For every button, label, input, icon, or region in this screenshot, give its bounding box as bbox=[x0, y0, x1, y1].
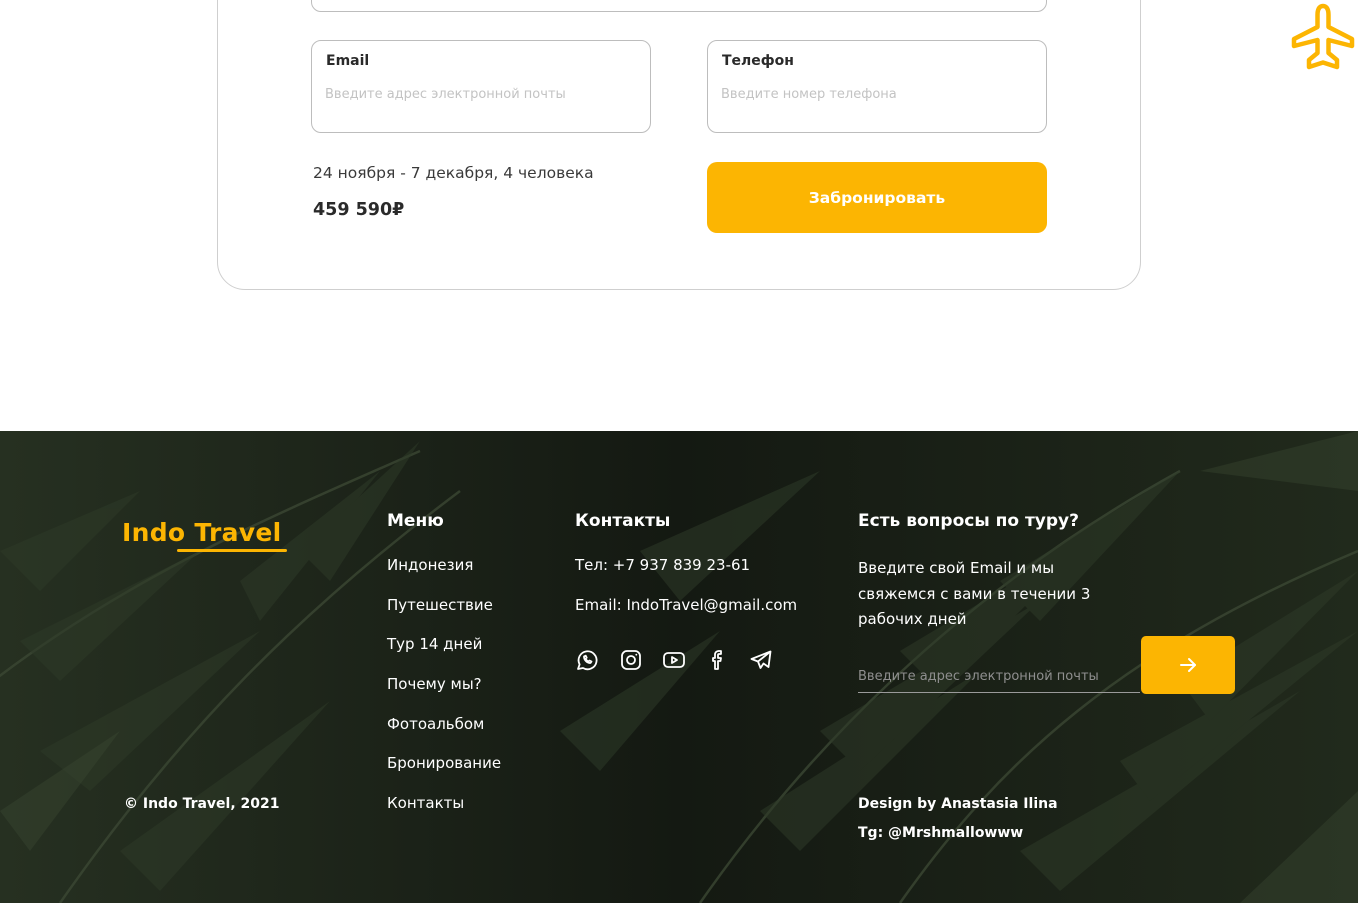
questions-text: Введите свой Email и мы свяжемся с вами … bbox=[858, 559, 1091, 628]
tour-price: 459 590₽ bbox=[313, 200, 405, 220]
contacts-title: Контакты bbox=[575, 511, 671, 531]
previous-form-field[interactable] bbox=[311, 0, 1047, 12]
youtube-icon[interactable] bbox=[662, 648, 686, 672]
airplane-icon[interactable] bbox=[1288, 2, 1358, 70]
logo-text: Indo Travel bbox=[122, 518, 282, 547]
subscribe-button[interactable] bbox=[1141, 636, 1235, 694]
instagram-icon[interactable] bbox=[619, 648, 643, 672]
telegram-icon[interactable] bbox=[749, 648, 773, 672]
menu-item-why-us[interactable]: Почему мы? bbox=[387, 675, 501, 715]
menu-title: Меню bbox=[387, 511, 444, 531]
phone-field[interactable]: Телефон bbox=[707, 40, 1047, 133]
menu-item-contacts[interactable]: Контакты bbox=[387, 794, 501, 834]
footer-menu: Индонезия Путешествие Тур 14 дней Почему… bbox=[387, 556, 501, 834]
logo-underline bbox=[177, 549, 287, 552]
email-field[interactable]: Email bbox=[311, 40, 651, 133]
contact-email[interactable]: Email: IndoTravel@gmail.com bbox=[575, 596, 797, 614]
facebook-icon[interactable] bbox=[706, 648, 730, 672]
menu-item-travel[interactable]: Путешествие bbox=[387, 596, 501, 636]
phone-input[interactable] bbox=[721, 83, 1021, 105]
footer-logo[interactable]: Indo Travel bbox=[122, 518, 287, 552]
arrow-right-icon bbox=[1180, 658, 1196, 672]
questions-title: Есть вопросы по туру? bbox=[858, 511, 1079, 531]
menu-item-booking[interactable]: Бронирование bbox=[387, 754, 501, 794]
design-credit: Design by Anastasia Ilina bbox=[858, 796, 1058, 812]
whatsapp-icon[interactable] bbox=[575, 648, 599, 672]
email-label: Email bbox=[326, 53, 370, 69]
copyright: © Indo Travel, 2021 bbox=[124, 796, 280, 812]
telegram-credit[interactable]: Tg: @Mrshmallowww bbox=[858, 825, 1023, 841]
email-input[interactable] bbox=[325, 83, 625, 105]
contact-phone[interactable]: Тел: +7 937 839 23-61 bbox=[575, 556, 750, 574]
tour-dates: 24 ноября - 7 декабря, 4 человека bbox=[313, 164, 594, 182]
footer: Indo Travel © Indo Travel, 2021 Меню Инд… bbox=[0, 431, 1358, 903]
subscribe-email-input[interactable] bbox=[858, 661, 1140, 693]
menu-item-indonesia[interactable]: Индонезия bbox=[387, 556, 501, 596]
menu-item-photo-album[interactable]: Фотоальбом bbox=[387, 715, 501, 755]
book-button[interactable]: Забронировать bbox=[707, 162, 1047, 233]
phone-label: Телефон bbox=[722, 53, 794, 69]
menu-item-tour[interactable]: Тур 14 дней bbox=[387, 635, 501, 675]
